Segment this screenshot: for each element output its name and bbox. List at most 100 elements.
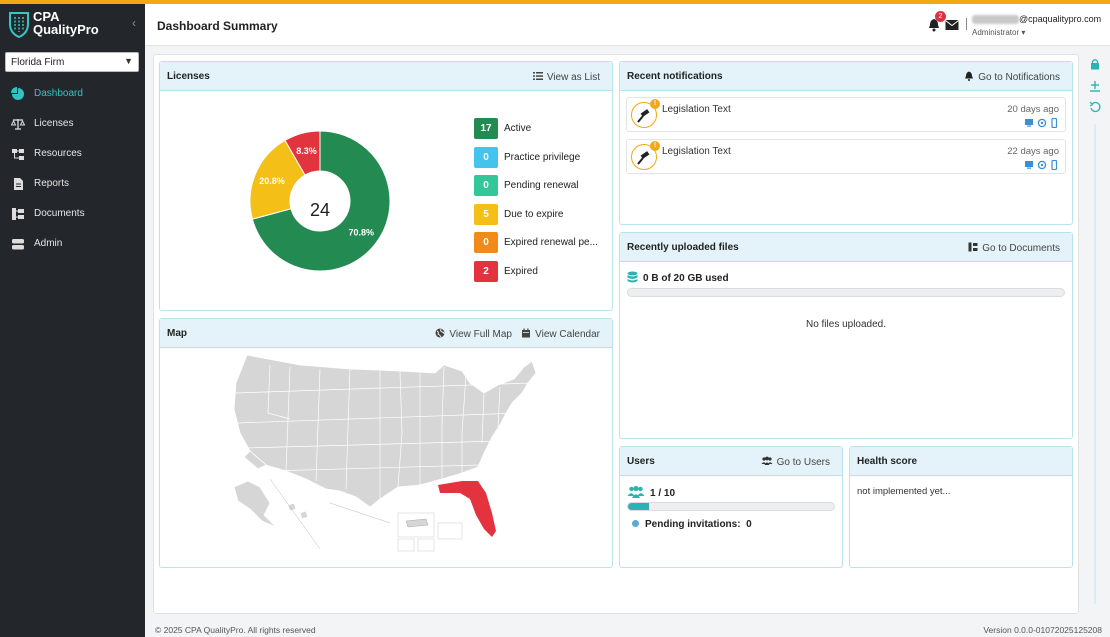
empty-files-message: No files uploaded. (805, 319, 887, 330)
status-dot (632, 520, 639, 527)
pending-invitations: Pending invitations: 0 (632, 519, 752, 530)
users-panel: Users Go to Users 1 / 10 Pending invitat… (619, 446, 843, 568)
right-toolbar (1086, 54, 1104, 614)
panel-title: Health score (857, 456, 918, 467)
notification-status-dot: ! (650, 99, 660, 109)
map-mainland (233, 354, 537, 508)
storage-progress-bar (627, 288, 1065, 297)
panel-title: Licenses (167, 71, 210, 82)
reset-icon[interactable] (1089, 101, 1101, 113)
go-to-notifications-link[interactable]: Go to Notifications (964, 71, 1060, 83)
bell-icon (965, 71, 974, 81)
users-count-text: 1 / 10 (650, 488, 676, 499)
view-as-list-link[interactable]: View as List (532, 71, 600, 83)
panel-header: Recently uploaded files Go to Documents (620, 233, 1072, 262)
users-progress-fill (628, 503, 649, 510)
database-icon (627, 271, 638, 283)
legend-count: 2 (474, 260, 498, 282)
link-label: Go to Users (776, 457, 830, 468)
list-icon (532, 72, 543, 80)
channel-icons (1025, 118, 1058, 128)
user-email[interactable]: @cpaqualitypro.com (972, 14, 1102, 25)
us-states-map[interactable] (230, 353, 550, 553)
mail-icon[interactable] (945, 19, 959, 31)
server-icon (12, 239, 24, 250)
donut-data-label: 20.8% (259, 176, 285, 186)
top-header: Dashboard Summary 2 @cpaqualitypro.com A… (145, 4, 1110, 46)
notification-item[interactable]: ! Legislation Text 20 days ago (626, 97, 1066, 132)
map-puerto-rico (405, 518, 429, 528)
link-label: View Calendar (535, 329, 600, 340)
lock-icon[interactable] (1089, 58, 1101, 70)
channel-icons (1025, 160, 1058, 170)
donut-data-label: 70.8% (348, 228, 374, 238)
firm-select[interactable]: Florida Firm ▼ (5, 52, 139, 72)
view-calendar-link[interactable]: View Calendar (521, 328, 600, 340)
storage-usage: 0 B of 20 GB used (627, 271, 729, 284)
legend-count: 5 (474, 203, 498, 225)
pending-count: 0 (746, 519, 752, 530)
sidebar-item-dashboard[interactable]: Dashboard (0, 82, 145, 112)
storage-text: 0 B of 20 GB used (643, 273, 729, 284)
licenses-panel: Licenses View as List 70.8% 20.8% 8.3% 24 … (159, 61, 613, 311)
documents-icon (12, 208, 24, 220)
sidebar-item-label: Dashboard (34, 88, 83, 99)
map-hawaii (287, 502, 309, 520)
users-count: 1 / 10 (627, 485, 675, 499)
legend-label: Active (504, 123, 532, 134)
sidebar-item-licenses[interactable]: Licenses (0, 112, 145, 142)
sidebar-item-reports[interactable]: Reports (0, 172, 145, 202)
logo-mark-icon (9, 12, 29, 38)
scale-icon (11, 119, 25, 130)
dashboard-content: Licenses View as List 70.8% 20.8% 8.3% 24 … (153, 54, 1079, 614)
licenses-total: 24 (309, 200, 331, 220)
legend-label: Pending renewal (504, 180, 579, 191)
redacted-username (972, 15, 1019, 25)
user-role-dropdown[interactable]: Administrator ▾ (972, 28, 1025, 37)
go-to-users-link[interactable]: Go to Users (761, 456, 830, 468)
footer-copyright: © 2025 CPA QualityPro. All rights reserv… (155, 625, 316, 635)
notification-item[interactable]: ! Legislation Text 22 days ago (626, 139, 1066, 174)
sidebar-item-label: Resources (34, 148, 82, 159)
panel-header: Licenses View as List (160, 62, 612, 91)
sidebar: CPA QualityPro ‹ Florida Firm ▼ Dashboar… (0, 0, 145, 637)
pending-label: Pending invitations: (645, 519, 741, 530)
health-score-panel: Health score not implemented yet... (849, 446, 1073, 568)
sidebar-item-label: Reports (34, 178, 70, 189)
brand-logo[interactable]: CPA QualityPro (7, 10, 137, 40)
collapse-sidebar-icon[interactable]: ‹ (132, 16, 136, 30)
sidebar-item-documents[interactable]: Documents (0, 202, 145, 232)
caret-down-icon: ▼ (124, 56, 133, 66)
notification-status-dot: ! (650, 141, 660, 151)
user-role: Administrator (972, 28, 1020, 37)
globe-icon (435, 328, 445, 338)
donut-data-label: 8.3% (296, 146, 317, 156)
users-icon (761, 456, 773, 465)
caret-down-icon: ▾ (1021, 28, 1026, 37)
map-alaska (233, 480, 277, 528)
link-label: View Full Map (449, 329, 512, 340)
pie-chart-icon (11, 87, 24, 100)
sidebar-item-resources[interactable]: Resources (0, 142, 145, 172)
legend-count: 0 (474, 146, 498, 168)
documents-icon (968, 242, 978, 252)
add-widget-icon[interactable] (1089, 80, 1101, 92)
go-to-documents-link[interactable]: Go to Documents (968, 242, 1060, 254)
sidebar-item-admin[interactable]: Admin (0, 232, 145, 262)
view-full-map-link[interactable]: View Full Map (435, 328, 512, 340)
brand-name: CPA QualityPro (33, 10, 99, 36)
legend-count: 17 (474, 118, 498, 139)
panel-title: Recently uploaded files (627, 242, 739, 253)
link-label: Go to Notifications (978, 72, 1060, 83)
notification-title: Legislation Text (662, 104, 731, 115)
legend-count: 0 (474, 232, 498, 253)
notification-title: Legislation Text (662, 146, 731, 157)
legend-label: Expired renewal pe... (504, 237, 598, 248)
toolbar-rail (1094, 124, 1096, 604)
header-separator (966, 18, 967, 30)
notifications-panel: Recent notifications Go to Notifications… (619, 61, 1073, 225)
sidebar-item-label: Admin (34, 238, 63, 249)
email-domain: @cpaqualitypro.com (1019, 14, 1102, 24)
sitemap-icon (12, 149, 24, 160)
sidebar-item-label: Documents (34, 208, 85, 219)
